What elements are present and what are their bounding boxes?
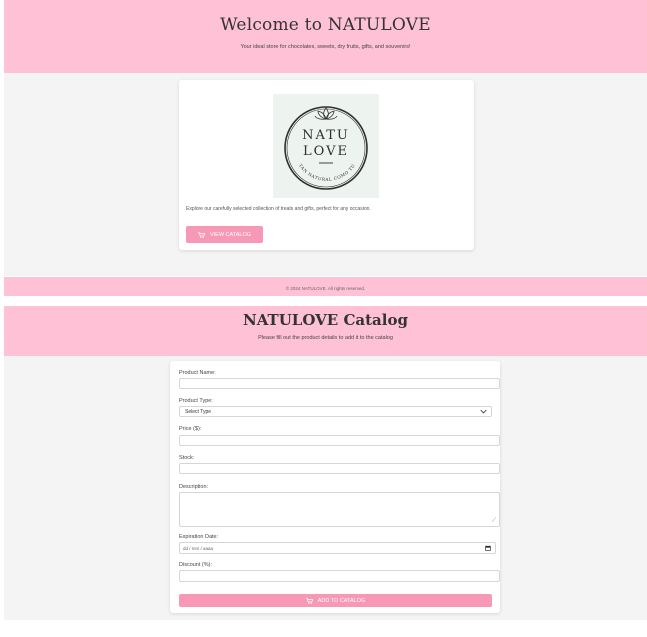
expiration-date-input[interactable]: dd / mm / aaaa: [179, 542, 496, 554]
logo-line1: NATU: [302, 128, 350, 143]
product-name-input[interactable]: [179, 378, 500, 389]
logo-line2: LOVE: [303, 144, 349, 159]
chevron-down-icon: [480, 409, 487, 414]
product-type-select[interactable]: Select Type: [179, 406, 492, 417]
expiration-label: Expiration Date:: [179, 534, 219, 540]
view-catalog-label: VIEW CATALOG: [209, 231, 252, 238]
product-name-label: Product Name:: [179, 370, 216, 376]
calendar-icon[interactable]: [485, 545, 491, 551]
home-header: Welcome to NATULOVE Your ideal store for…: [4, 0, 647, 73]
add-to-catalog-button[interactable]: ADD TO CATALOG: [179, 594, 492, 607]
price-input[interactable]: [179, 435, 500, 446]
svg-text:TAN NATURAL COMO TÚ: TAN NATURAL COMO TÚ: [298, 163, 356, 182]
product-type-value: Select Type: [185, 408, 212, 415]
home-subtitle: Your ideal store for chocolates, sweets,…: [240, 44, 411, 50]
catalog-form: Product Name: Product Type: Select Type …: [170, 361, 500, 613]
home-description: Explore our carefully selected collectio…: [186, 206, 371, 212]
catalog-header: NATULOVE Catalog Please fill out the pro…: [4, 306, 647, 356]
cart-icon: [305, 597, 313, 604]
home-footer: © 2024 NATULOVE. All rights reserved.: [4, 277, 647, 296]
price-label: Price ($):: [179, 426, 202, 432]
discount-input[interactable]: [179, 570, 500, 582]
home-title: Welcome to NATULOVE: [220, 15, 431, 35]
product-type-label: Product Type:: [179, 398, 213, 404]
description-label: Description:: [179, 484, 209, 490]
add-to-catalog-label: ADD TO CATALOG: [317, 597, 366, 604]
catalog-title: NATULOVE Catalog: [243, 311, 408, 329]
resize-handle-icon[interactable]: ⟋: [492, 518, 496, 524]
footer-copyright: © 2024 NATULOVE. All rights reserved.: [285, 286, 366, 291]
natulove-logo: NATU LOVE TAN NATURAL COMO TÚ: [273, 94, 379, 198]
discount-label: Discount (%):: [179, 562, 213, 568]
description-textarea[interactable]: ⟋: [179, 492, 500, 527]
catalog-subtitle: Please fill out the product details to a…: [258, 335, 393, 341]
cart-icon: [197, 231, 205, 238]
logo-tagline: TAN NATURAL COMO TÚ: [298, 163, 355, 182]
view-catalog-button[interactable]: VIEW CATALOG: [186, 226, 263, 243]
expiration-placeholder: dd / mm / aaaa: [183, 545, 214, 551]
stock-input[interactable]: [179, 463, 500, 474]
home-card: NATU LOVE TAN NATURAL COMO TÚ Explore ou…: [179, 80, 474, 250]
stock-label: Stock:: [179, 455, 195, 461]
